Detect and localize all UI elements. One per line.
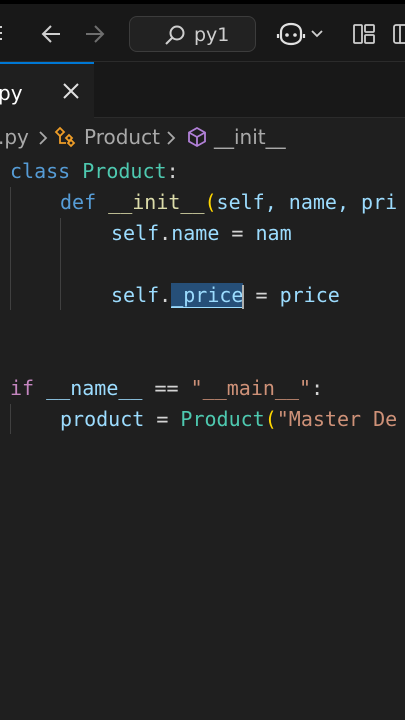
class-icon: [54, 126, 78, 148]
code-line-7: if __name__ == "__main__":: [10, 376, 324, 400]
copilot-icon[interactable]: [276, 20, 306, 48]
indent-guide: [10, 404, 11, 434]
search-label: py1: [194, 24, 230, 46]
chevron-down-icon[interactable]: [310, 26, 324, 40]
arrow-left-icon[interactable]: [38, 20, 66, 48]
selected-word: _price: [171, 283, 244, 308]
indent-guide: [60, 218, 61, 310]
menu-icon[interactable]: [0, 22, 4, 44]
title-bar: py1: [0, 0, 405, 62]
layout-icon[interactable]: [352, 22, 376, 46]
tab-name: py: [0, 81, 23, 105]
code-line-8: product = Product("Master De: [60, 407, 398, 431]
chevron-right-icon: [164, 128, 178, 146]
chevron-right-icon: [36, 128, 50, 146]
command-center-search[interactable]: py1: [129, 16, 256, 52]
tab-editor-file[interactable]: py: [0, 62, 94, 118]
breadcrumb: .py Product __init__: [0, 118, 405, 156]
code-line-2: def __init__(self, name, pri: [60, 190, 398, 214]
breadcrumb-class[interactable]: Product: [84, 125, 160, 149]
close-icon[interactable]: [60, 80, 82, 102]
search-icon: [164, 24, 186, 46]
breadcrumb-file[interactable]: .py: [0, 125, 29, 149]
method-cube-icon: [186, 126, 208, 148]
code-line-3: self.name = nam: [111, 221, 292, 245]
tab-bar: py: [0, 62, 405, 118]
breadcrumb-method[interactable]: __init__: [214, 125, 286, 149]
code-line-5: self._price = price: [111, 283, 340, 309]
code-editor[interactable]: class Product: def __init__(self, name, …: [0, 156, 405, 720]
panel-toggle-icon[interactable]: [392, 22, 405, 46]
code-line-1: class Product:: [10, 159, 179, 183]
arrow-right-icon[interactable]: [80, 20, 108, 48]
indent-guide: [10, 187, 11, 310]
